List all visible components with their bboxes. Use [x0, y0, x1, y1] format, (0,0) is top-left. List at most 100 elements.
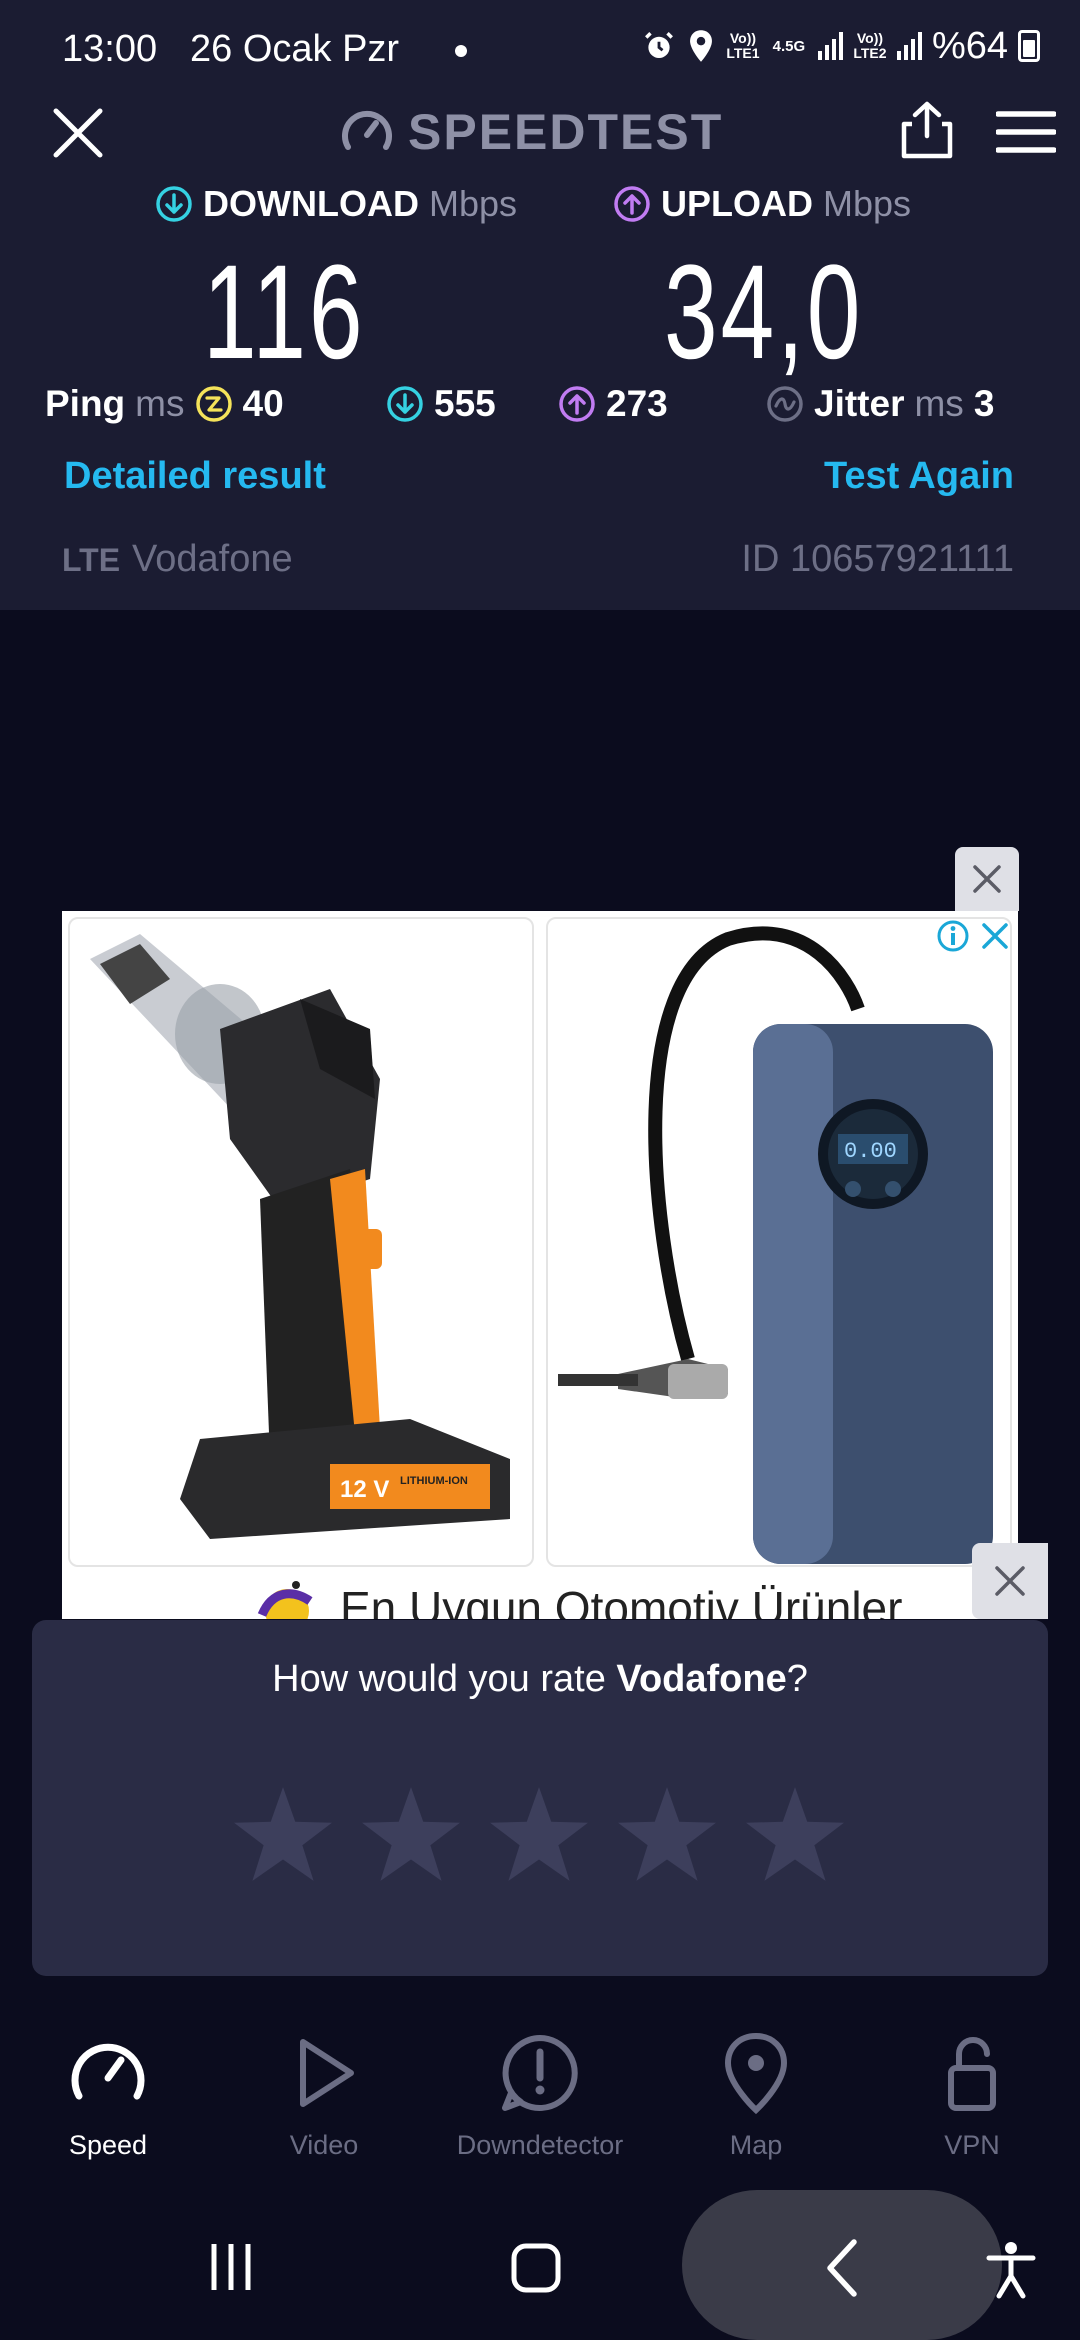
- download-unit: Mbps: [428, 183, 517, 224]
- jitter-icon: [767, 386, 803, 422]
- nav-label: Video: [289, 2130, 359, 2160]
- upload-latency-stat: 273: [558, 380, 668, 428]
- speedometer-icon: [342, 110, 392, 150]
- signal-icon-2: [896, 32, 922, 60]
- close-icon[interactable]: [50, 105, 106, 161]
- rating-question-suffix: ?: [786, 1658, 808, 1700]
- result-id: ID 10657921111: [741, 538, 1014, 580]
- star-icon[interactable]: [616, 1784, 718, 1884]
- rating-stars: [232, 1784, 846, 1884]
- download-latency-value: 555: [434, 383, 496, 424]
- upload-unit: Mbps: [823, 183, 912, 224]
- ad-banner[interactable]: 12 V LITHIUM-ION 0.00 En Uygun Otomotiv …: [62, 911, 1018, 1619]
- download-label: DOWNLOAD: [203, 183, 419, 224]
- nav-label: Downdetector: [456, 2130, 624, 2160]
- system-nav-bar: [0, 2190, 1080, 2340]
- result-links: Detailed result Test Again: [0, 455, 1080, 505]
- ad-dismiss-icon[interactable]: [980, 921, 1010, 951]
- ping-label: Ping: [45, 383, 126, 424]
- sim2-network: Vo)) LTE2: [853, 30, 887, 61]
- alert-icon: [502, 2035, 578, 2111]
- jitter-label: Jitter: [814, 383, 905, 424]
- provider-name: Vodafone: [132, 538, 293, 580]
- star-icon[interactable]: [232, 1784, 334, 1884]
- back-icon[interactable]: [822, 2238, 862, 2298]
- ad-badges: [936, 919, 1010, 953]
- upload-header: UPLOAD Mbps: [613, 182, 911, 226]
- ping-unit: ms: [135, 383, 185, 424]
- ad-info-icon[interactable]: [936, 919, 970, 953]
- nav-video[interactable]: Video: [216, 2030, 432, 2161]
- home-icon[interactable]: [510, 2242, 562, 2294]
- upload-value: 34,0: [664, 238, 864, 387]
- alarm-icon: [644, 32, 673, 59]
- download-header: DOWNLOAD Mbps: [155, 182, 517, 226]
- ad-close-button-secondary[interactable]: [972, 1543, 1048, 1619]
- battery-percent: %64: [931, 24, 1008, 67]
- ping-stat: Ping ms 40: [45, 380, 284, 428]
- close-icon: [973, 865, 1001, 893]
- download-arrow-icon: [156, 186, 192, 222]
- nav-label: VPN: [944, 2130, 1000, 2160]
- rating-question-prefix: How would you rate: [272, 1658, 617, 1700]
- jitter-unit: ms: [914, 383, 964, 424]
- svg-text:LITHIUM-ION: LITHIUM-ION: [400, 1475, 468, 1487]
- air-pump-product-image: 0.00: [558, 926, 993, 1564]
- jitter-value: 3: [973, 383, 995, 424]
- download-latency-stat: 555: [386, 380, 496, 428]
- app-title: SPEEDTEST: [408, 104, 724, 160]
- svg-text:0.00: 0.00: [844, 1139, 897, 1164]
- status-date: 26 Ocak Pzr: [190, 28, 400, 70]
- nav-label: Map: [729, 2130, 783, 2160]
- close-icon: [995, 1566, 1025, 1596]
- download-value: 116: [203, 238, 366, 387]
- jitter-stat: Jitter ms 3: [766, 380, 994, 428]
- rating-question: How would you rate Vodafone?: [32, 1658, 1048, 1701]
- upload-label: UPLOAD: [661, 183, 813, 224]
- speedometer-icon: [71, 2043, 145, 2100]
- ping-value: 40: [242, 383, 284, 424]
- status-time: 13:00: [62, 28, 158, 70]
- status-icons: Vo)) LTE1 4.5G Vo)) LTE2 %64: [642, 24, 1040, 68]
- ad-close-button[interactable]: [955, 847, 1019, 911]
- ad-product-card[interactable]: 12 V LITHIUM-ION: [68, 917, 534, 1567]
- battery-icon: [1018, 30, 1040, 62]
- svg-text:12 V: 12 V: [340, 1476, 389, 1503]
- status-bar: 13:00 26 Ocak Pzr Vo)) LTE1 4.5G Vo)) LT…: [0, 0, 1080, 80]
- star-icon[interactable]: [488, 1784, 590, 1884]
- accessibility-icon[interactable]: [985, 2240, 1037, 2300]
- rating-operator: Vodafone: [616, 1658, 787, 1700]
- nav-label: Speed: [68, 2130, 148, 2160]
- download-arrow-icon: [387, 386, 423, 422]
- ad-title[interactable]: En Uygun Otomotiv Ürünler: [340, 1581, 902, 1619]
- star-icon[interactable]: [360, 1784, 462, 1884]
- app-brand: SPEEDTEST: [340, 100, 723, 164]
- star-icon[interactable]: [744, 1784, 846, 1884]
- nav-vpn[interactable]: VPN: [864, 2030, 1080, 2161]
- unlock-icon: [948, 2037, 996, 2111]
- share-icon[interactable]: [898, 100, 956, 160]
- upload-latency-value: 273: [606, 383, 668, 424]
- detailed-result-link[interactable]: Detailed result: [64, 455, 326, 498]
- location-icon: [690, 30, 712, 62]
- connection-type: LTE: [62, 542, 121, 578]
- stats-row: Ping ms 40 555 273 Jitter ms 3: [0, 380, 1080, 428]
- bottom-nav: Speed Video Downdetector Map VPN: [0, 2000, 1080, 2180]
- advertiser-logo-icon: [257, 1581, 313, 1619]
- notification-dot: [455, 45, 467, 57]
- ad-product-card[interactable]: 0.00: [546, 917, 1012, 1567]
- test-again-link[interactable]: Test Again: [824, 455, 1014, 498]
- play-icon: [300, 2039, 354, 2107]
- network-type: 4.5G: [772, 37, 806, 55]
- menu-icon[interactable]: [996, 110, 1056, 154]
- nav-speed[interactable]: Speed: [0, 2030, 216, 2161]
- upload-arrow-icon: [614, 186, 650, 222]
- upload-arrow-icon: [559, 386, 595, 422]
- ping-icon: [195, 386, 232, 422]
- recent-apps-icon[interactable]: [206, 2242, 256, 2292]
- signal-icon: [817, 32, 843, 60]
- vacuum-product-image: 12 V LITHIUM-ION: [90, 934, 510, 1539]
- sim1-network: Vo)) LTE1: [726, 30, 760, 61]
- nav-map[interactable]: Map: [648, 2030, 864, 2161]
- nav-downdetector[interactable]: Downdetector: [432, 2030, 648, 2161]
